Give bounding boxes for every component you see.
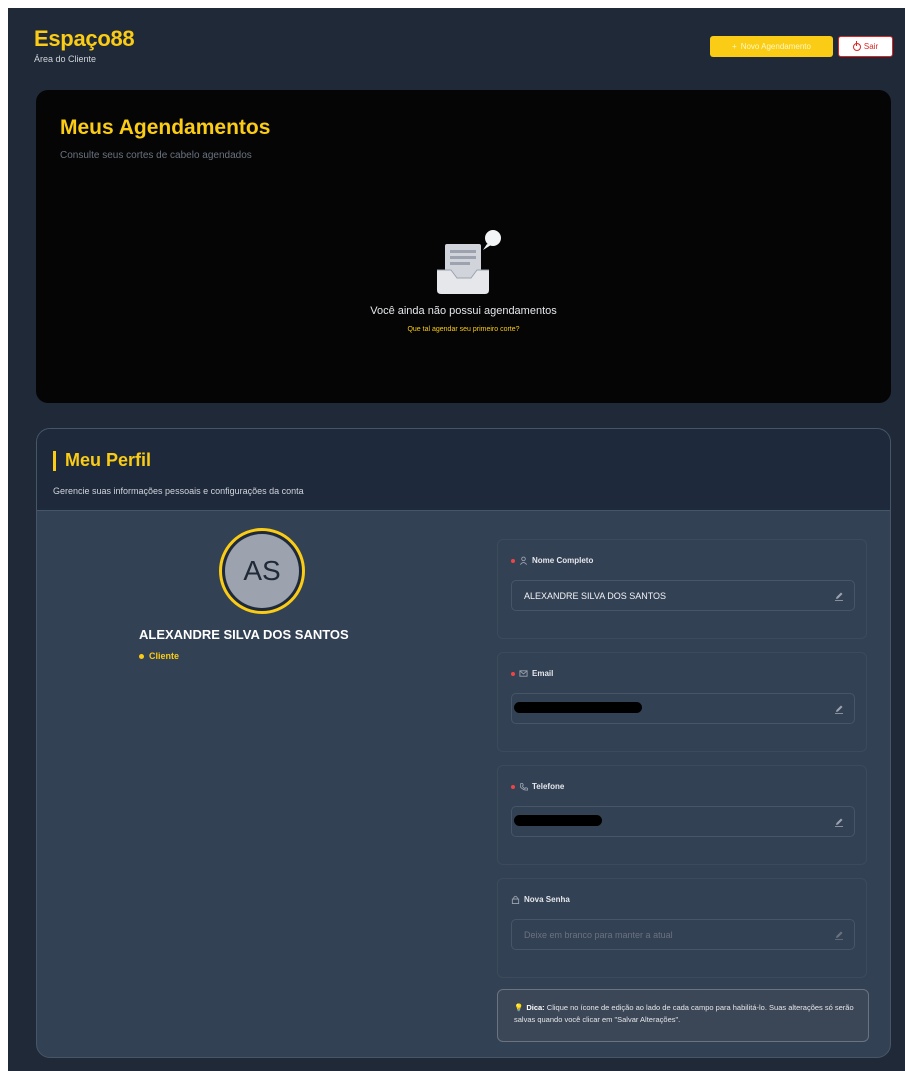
email-label-text: Email	[532, 669, 554, 678]
phone-input[interactable]	[511, 806, 855, 837]
user-icon	[519, 556, 528, 565]
brand-name: Espaço88	[34, 26, 135, 51]
password-field-group: Nova Senha Deixe em branco para manter a…	[497, 878, 867, 978]
avatar-initials: AS	[225, 534, 299, 608]
empty-state-title: Você ainda não possui agendamentos	[370, 305, 557, 317]
email-field-group: Email	[497, 652, 867, 752]
password-placeholder: Deixe em branco para manter a atual	[524, 929, 673, 940]
appointments-title: Meus Agendamentos	[60, 116, 271, 139]
tip-text: Clique no ícone de edição ao lado de cad…	[514, 1003, 854, 1024]
profile-header: Meu Perfil Gerencie suas informações pes…	[37, 429, 890, 511]
pencil-icon[interactable]	[834, 591, 844, 601]
brand-subtitle: Área do Cliente	[34, 54, 97, 64]
appointments-card: Meus Agendamentos Consulte seus cortes d…	[36, 90, 891, 403]
pencil-icon[interactable]	[834, 930, 844, 940]
profile-name: ALEXANDRE SILVA DOS SANTOS	[139, 627, 349, 642]
pencil-icon[interactable]	[834, 817, 844, 827]
tip-box: 💡 Dica: Clique no ícone de edição ao lado…	[497, 989, 869, 1042]
phone-field-group: Telefone	[497, 765, 867, 865]
tip-label: Dica:	[526, 1003, 545, 1012]
brand: Espaço88 Área do Cliente	[34, 26, 135, 64]
exit-button[interactable]: Sair	[838, 36, 893, 57]
first-booking-link[interactable]: Que tal agendar seu primeiro corte?	[36, 326, 891, 333]
redaction-bar	[514, 702, 642, 713]
mail-icon	[519, 670, 528, 677]
role-badge: Cliente	[139, 651, 179, 661]
profile-title: Meu Perfil	[65, 450, 152, 470]
role-label: Cliente	[149, 651, 180, 661]
lightbulb-icon: 💡	[514, 1003, 524, 1012]
role-dot-icon	[139, 653, 144, 659]
pencil-icon[interactable]	[834, 704, 844, 714]
profile-subtitle: Gerencie suas informações pessoais e con…	[53, 486, 304, 496]
phone-field-label: Telefone	[511, 782, 564, 791]
exit-label: Sair	[863, 42, 879, 51]
new-appointment-label: Novo Agendamento	[740, 42, 811, 51]
email-input[interactable]	[511, 693, 855, 724]
appointments-subtitle: Consulte seus cortes de cabelo agendados	[60, 150, 252, 161]
plus-icon: +	[732, 42, 737, 51]
name-field-group: Nome Completo ALEXANDRE SILVA DOS SANTOS	[497, 539, 867, 639]
power-icon	[852, 40, 861, 51]
profile-card: Meu Perfil Gerencie suas informações pes…	[36, 428, 891, 1058]
empty-inbox-illustration-icon	[437, 230, 501, 294]
phone-label-text: Telefone	[532, 782, 565, 791]
password-label-text: Nova Senha	[524, 895, 570, 904]
required-dot-icon	[511, 671, 515, 676]
name-input[interactable]: ALEXANDRE SILVA DOS SANTOS	[511, 580, 855, 611]
lock-icon	[511, 895, 520, 904]
required-dot-icon	[511, 784, 515, 789]
phone-icon	[519, 782, 528, 791]
name-field-label: Nome Completo	[511, 556, 593, 565]
email-field-label: Email	[511, 669, 553, 678]
required-dot-icon	[511, 558, 515, 563]
accent-bar	[53, 451, 56, 471]
app-window: Espaço88 Área do Cliente + Novo Agendame…	[8, 8, 905, 1071]
password-input[interactable]: Deixe em branco para manter a atual	[511, 919, 855, 950]
redaction-bar	[514, 815, 602, 826]
name-input-value: ALEXANDRE SILVA DOS SANTOS	[524, 590, 667, 601]
name-label-text: Nome Completo	[532, 556, 594, 565]
new-appointment-button[interactable]: + Novo Agendamento	[710, 36, 833, 57]
password-field-label: Nova Senha	[511, 895, 570, 904]
avatar: AS	[219, 528, 305, 614]
